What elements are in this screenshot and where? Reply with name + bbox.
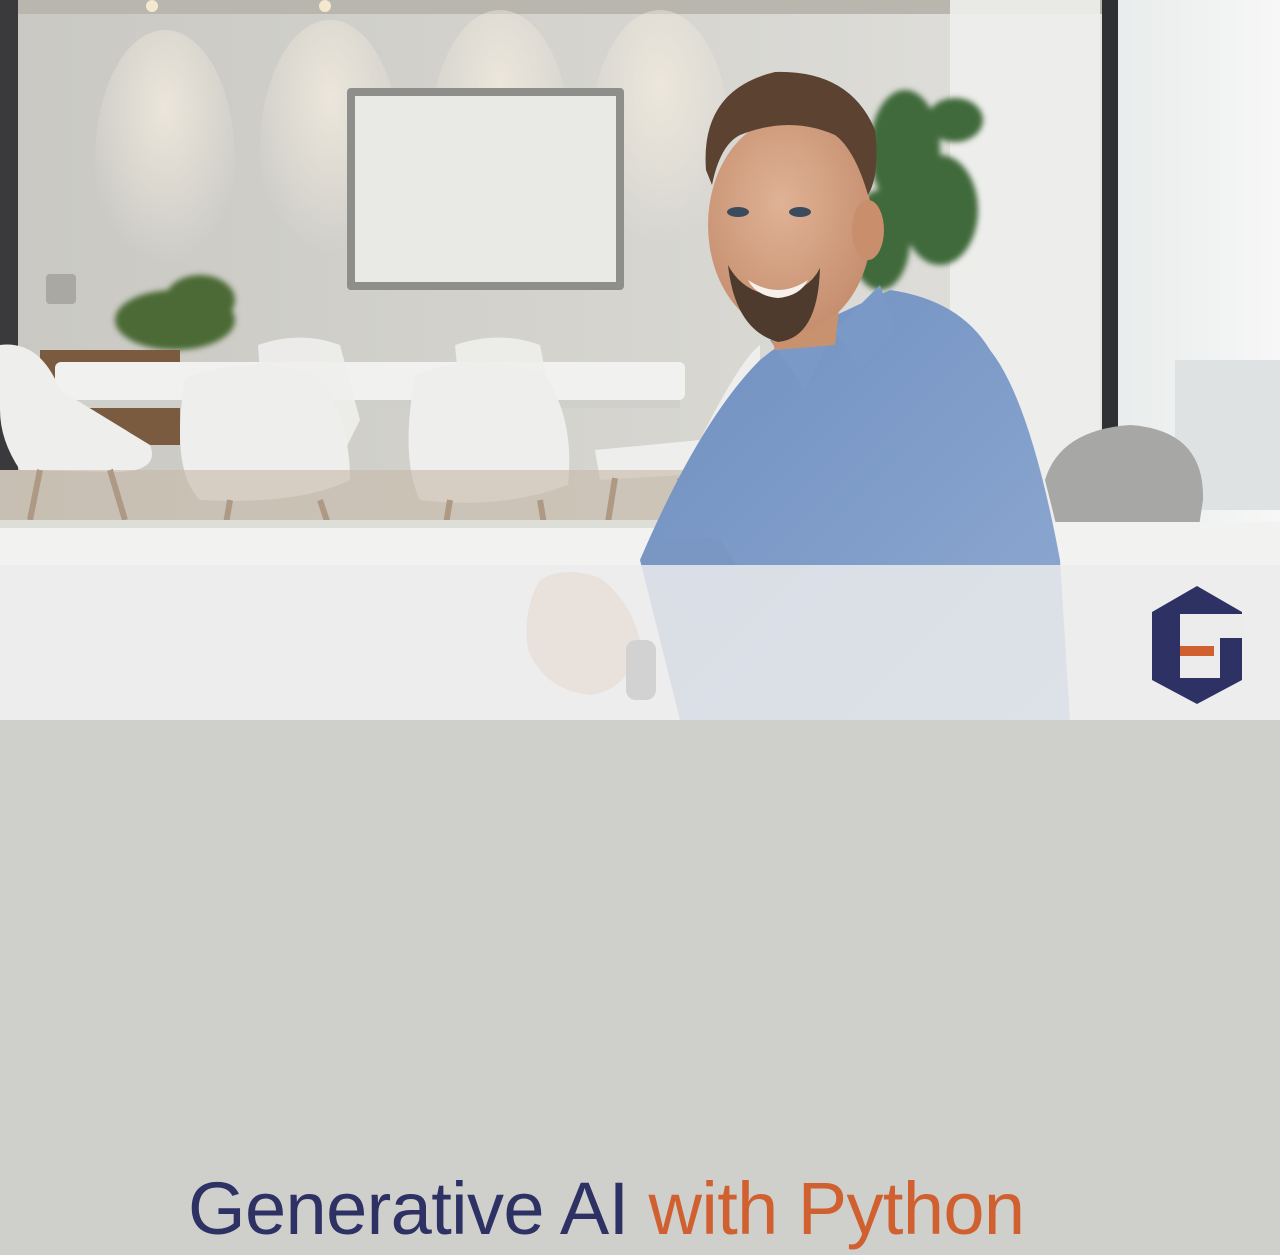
title-banner: Generative AI with Python — [0, 565, 1280, 1250]
g-logo-icon — [1152, 586, 1242, 704]
banner-title: Generative AI with Python — [188, 1163, 1025, 1255]
title-part-with-python: with Python — [648, 1167, 1026, 1250]
title-part-generative-ai: Generative AI — [188, 1167, 649, 1250]
